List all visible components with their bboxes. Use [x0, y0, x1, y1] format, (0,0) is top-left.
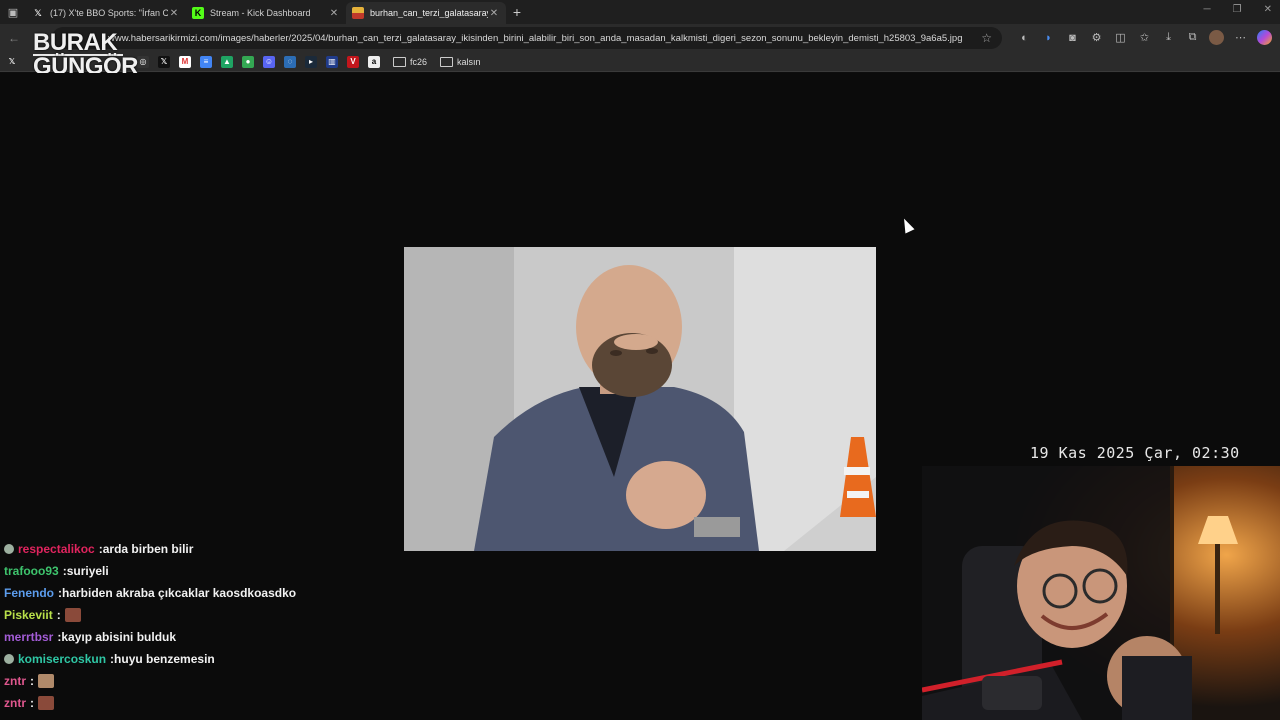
tab-title: burhan_can_terzi_galatasaray_ikis: [370, 8, 488, 18]
minimize-icon[interactable]: ─: [1204, 4, 1211, 15]
profile-avatar[interactable]: [1209, 30, 1224, 45]
bookmark-icon[interactable]: ●: [242, 55, 254, 68]
bookmark-icon[interactable]: a: [368, 55, 380, 68]
read-aloud-icon[interactable]: ◗: [1041, 30, 1056, 45]
chat-username[interactable]: Fenendo: [4, 586, 54, 600]
folder-label: kalsın: [457, 56, 481, 67]
chat-text: huyu benzemesin: [114, 652, 215, 666]
close-tab-icon[interactable]: ✕: [328, 8, 340, 19]
chat-badge-icon: [4, 654, 14, 664]
extensions-row: ◐ ◗ ◙ ⚙ ◫ ✩ ⤓ ⧉ ⋯: [1017, 30, 1272, 45]
restore-icon[interactable]: ❐: [1233, 4, 1242, 15]
webcam-feed: [922, 466, 1280, 720]
chat-text: suriyeli: [66, 564, 109, 578]
chat-separator: :: [30, 674, 34, 688]
url-text: www.habersarikirmizi.com/images/haberler…: [108, 32, 963, 44]
x-bookmark-icon[interactable]: 𝕏: [6, 56, 18, 68]
chat-emote-icon: [38, 674, 54, 688]
tab-image[interactable]: burhan_can_terzi_galatasaray_ikis ✕: [346, 2, 506, 24]
bookmark-folder-kalsin[interactable]: kalsın: [440, 56, 481, 67]
chat-separator: :: [56, 608, 61, 622]
tab-actions-icon[interactable]: ▣: [0, 0, 26, 24]
bookmark-icon[interactable]: ◎: [137, 55, 149, 68]
tab-title: Stream - Kick Dashboard: [210, 8, 311, 18]
camera-icon[interactable]: ◙: [1065, 30, 1080, 45]
more-menu-icon[interactable]: ⋯: [1233, 30, 1248, 45]
back-icon[interactable]: ←: [2, 31, 26, 45]
chat-separator: :: [30, 696, 34, 710]
discord-icon[interactable]: ☺: [263, 55, 275, 68]
datetime-overlay: 19 Kas 2025 Çar, 02:30: [1030, 444, 1240, 462]
tab-kick-dashboard[interactable]: K Stream - Kick Dashboard ✕: [186, 2, 346, 24]
logo-line-1: BURAK: [33, 29, 118, 56]
chat-message: zntr:: [4, 692, 404, 714]
incognito-icon[interactable]: ◐: [1017, 30, 1032, 45]
close-window-icon[interactable]: ✕: [1264, 4, 1272, 15]
tab-title: (17) X'te BBO Sports: "İrfan Can K: [50, 8, 168, 18]
chat-message: Fenendo: harbiden akraba çıkcaklar kaosd…: [4, 582, 404, 604]
split-screen-icon[interactable]: ◫: [1113, 30, 1128, 45]
chat-username[interactable]: trafooo93: [4, 564, 59, 578]
window-controls: ─ ❐ ✕: [1204, 4, 1272, 15]
address-bar[interactable]: www.habersarikirmizi.com/images/haberler…: [52, 27, 1002, 49]
chat-overlay: respectalikoc: arda birben bilir trafooo9…: [4, 538, 404, 714]
chat-message: respectalikoc: arda birben bilir: [4, 538, 404, 560]
tab-x-bbo-sports[interactable]: 𝕏 (17) X'te BBO Sports: "İrfan Can K ✕: [26, 2, 186, 24]
folder-icon: [393, 56, 406, 67]
chat-text: kayıp abisini bulduk: [61, 630, 177, 644]
download-icon[interactable]: ⤓: [1161, 30, 1176, 45]
chat-username[interactable]: merrtbsr: [4, 630, 53, 644]
favorites-icon[interactable]: ✩: [1137, 30, 1152, 45]
bookmarks-bar: 𝕏 ◎ 𝕏 M ≡ ▲ ● ☺ ◌ ▸ ▥ V a fc26 kalsın: [0, 52, 1280, 72]
new-tab-button[interactable]: +: [506, 4, 528, 20]
chat-message: komisercoskun: huyu benzemesin: [4, 648, 404, 670]
x-icon: 𝕏: [34, 7, 42, 18]
chat-text: arda birben bilir: [102, 542, 194, 556]
chat-message: Piskeviit:: [4, 604, 404, 626]
bookmark-icon[interactable]: ▥: [326, 55, 338, 68]
bookmark-folder-fc26[interactable]: fc26: [393, 56, 428, 67]
tab-strip: ▣ 𝕏 (17) X'te BBO Sports: "İrfan Can K ✕…: [0, 0, 1280, 24]
webcam-overlay: [922, 466, 1280, 720]
copilot-icon[interactable]: [1257, 30, 1272, 45]
chat-username[interactable]: zntr: [4, 674, 26, 688]
docs-icon[interactable]: ≡: [200, 55, 212, 68]
extensions-icon[interactable]: ⚙: [1089, 30, 1104, 45]
chat-username[interactable]: respectalikoc: [18, 542, 95, 556]
chat-emote-icon: [38, 696, 54, 710]
drive-icon[interactable]: ▲: [221, 55, 233, 68]
bookmark-star-icon[interactable]: ☆: [981, 31, 992, 45]
chat-text: harbiden akraba çıkcaklar kaosdkoasdko: [62, 586, 297, 600]
chat-username[interactable]: zntr: [4, 696, 26, 710]
bookmark-icon[interactable]: V: [347, 55, 359, 68]
chat-username[interactable]: Piskeviit: [4, 608, 53, 622]
bookmark-icon[interactable]: ◌: [284, 55, 296, 68]
close-tab-icon[interactable]: ✕: [168, 8, 180, 19]
chat-message: zntr:: [4, 670, 404, 692]
screenshot-icon[interactable]: ⧉: [1185, 30, 1200, 45]
folder-icon: [440, 56, 454, 67]
chat-badge-icon: [4, 544, 14, 554]
bookmark-icon[interactable]: ▸: [305, 55, 317, 68]
bookmark-icon[interactable]: 𝕏: [158, 55, 170, 68]
browser-toolbar: ← www.habersarikirmizi.com/images/haberl…: [0, 24, 1280, 52]
displayed-image[interactable]: [404, 247, 876, 551]
chat-message: trafooo93: suriyeli: [4, 560, 404, 582]
gmail-icon[interactable]: M: [179, 55, 191, 68]
close-tab-icon[interactable]: ✕: [488, 8, 500, 19]
photo-illustration: [404, 247, 876, 551]
chat-message: merrtbsr: kayıp abisini bulduk: [4, 626, 404, 648]
chat-emote-icon: [64, 608, 81, 622]
folder-label: fc26: [410, 56, 428, 67]
kick-icon: K: [192, 7, 204, 19]
chat-username[interactable]: komisercoskun: [18, 652, 106, 666]
image-icon: [352, 7, 364, 19]
